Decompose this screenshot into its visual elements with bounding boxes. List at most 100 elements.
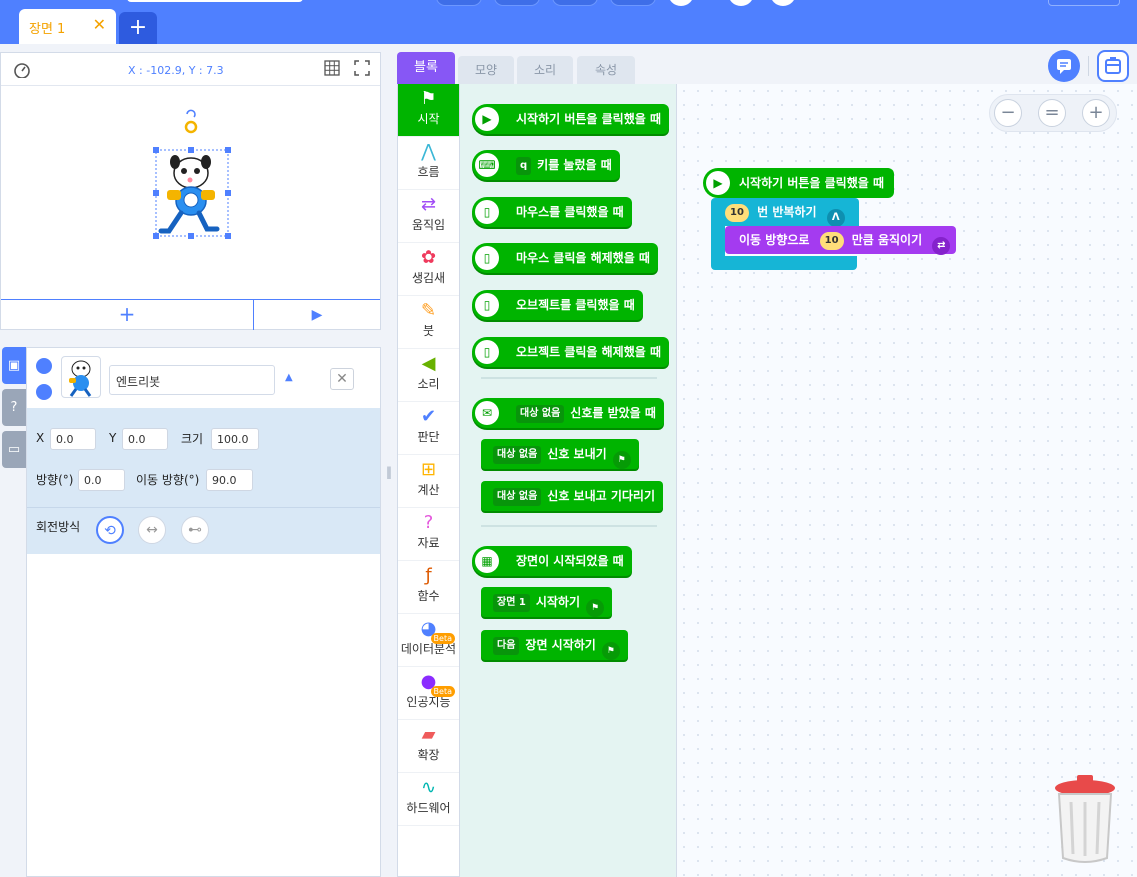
menu-icon[interactable] — [770, 0, 796, 6]
trash-icon[interactable] — [1053, 774, 1117, 864]
tab-blocks[interactable]: 블록 — [397, 52, 455, 84]
object-list-tab[interactable]: ▣ — [2, 347, 26, 384]
block-text: 신호 보내기 — [547, 447, 607, 461]
move-icon: ⇄ — [420, 194, 437, 215]
palette-block-signal-received[interactable]: ✉ 대상 없음 신호를 받았을 때 — [472, 398, 664, 428]
block-text: 오브젝트를 클릭했을 때 — [516, 298, 635, 312]
category-looks[interactable]: ✿ 생김새 — [398, 243, 459, 296]
play-icon: ▶ — [475, 107, 499, 131]
category-function[interactable]: ƒ 함수 — [398, 561, 459, 614]
divider — [481, 525, 657, 527]
start-button[interactable]: ▶ — [254, 300, 380, 330]
rotate-horizontal-icon[interactable]: ↔ — [138, 516, 166, 544]
category-judge[interactable]: ✔ 판단 — [398, 402, 459, 455]
y-input[interactable]: 0.0 — [122, 428, 168, 450]
project-name-input[interactable] — [127, 0, 303, 2]
tab-properties[interactable]: 속성 — [577, 56, 635, 84]
panel-resize-handle[interactable]: ‖ — [386, 465, 392, 479]
zoom-out-button[interactable]: − — [994, 99, 1022, 127]
palette-block-start-scene[interactable]: 장면 1 시작하기 ⚑ — [481, 587, 613, 617]
scene-dropdown[interactable]: 다음 — [493, 637, 520, 655]
divider — [1088, 56, 1089, 76]
grid-icon[interactable] — [324, 60, 340, 76]
scene-dropdown[interactable]: 장면 1 — [493, 594, 530, 612]
palette-block-scene-start[interactable]: ▦ 장면이 시작되었을 때 — [472, 546, 632, 576]
save-button[interactable] — [1048, 0, 1120, 6]
signal-dropdown[interactable]: 대상 없음 — [516, 405, 565, 423]
toolbar-button[interactable] — [552, 0, 598, 6]
rotate-free-icon[interactable]: ⟲ — [96, 516, 124, 544]
category-flow[interactable]: ⋀ 흐름 — [398, 137, 459, 190]
extension-icon: ▰ — [421, 724, 436, 745]
caret-up-icon[interactable]: ▲ — [285, 372, 293, 383]
workspace-repeat-block[interactable]: 10 번 반복하기 ᐱ — [711, 198, 859, 227]
entrybot-sprite[interactable] — [1, 86, 380, 299]
category-ai[interactable]: ● 인공지능 Beta — [398, 667, 459, 720]
palette-block-send-signal[interactable]: 대상 없음 신호 보내기 ⚑ — [481, 439, 639, 469]
toolbar-button[interactable] — [436, 0, 482, 6]
add-object-button[interactable]: + — [1, 300, 254, 330]
palette-block-mouse-release[interactable]: ▯ 마우스 클릭을 해제했을 때 — [472, 243, 658, 273]
signal-dropdown[interactable]: 대상 없음 — [493, 488, 542, 506]
code-workspace[interactable]: − = + ▶ 시작하기 버튼을 클릭했을 때 10 번 반복하기 ᐱ 이동 방… — [677, 84, 1137, 877]
redo-icon[interactable] — [728, 0, 754, 6]
zoom-in-button[interactable]: + — [1082, 99, 1110, 127]
category-sound[interactable]: ◀ 소리 — [398, 349, 459, 402]
size-label: 크기 — [181, 432, 204, 446]
delete-object-button[interactable]: ✕ — [330, 368, 354, 390]
category-flag[interactable]: ⚑ 시작 — [398, 84, 459, 137]
rotation-label: 회전방식 — [36, 520, 81, 534]
toolbar-button[interactable] — [494, 0, 540, 6]
category-label: 시작 — [417, 112, 440, 126]
palette-block-key-press[interactable]: ⌨ q 키를 눌렀을 때 — [472, 150, 620, 180]
tab-sounds[interactable]: 소리 — [517, 56, 573, 84]
size-input[interactable]: 100.0 — [211, 428, 259, 450]
backpack-icon[interactable] — [1097, 50, 1129, 82]
undo-icon[interactable] — [668, 0, 694, 6]
fullscreen-icon[interactable] — [354, 60, 370, 76]
signal-dropdown[interactable]: 대상 없음 — [493, 446, 542, 464]
close-icon[interactable]: ✕ — [93, 15, 106, 34]
stage-canvas[interactable] — [1, 86, 380, 299]
category-extension[interactable]: ▰ 확장 — [398, 720, 459, 773]
object-name-input[interactable]: 엔트리봇 — [109, 365, 275, 395]
zoom-reset-button[interactable]: = — [1038, 99, 1066, 127]
palette-block-object-click[interactable]: ▯ 오브젝트를 클릭했을 때 — [472, 290, 643, 320]
category-analysis[interactable]: ◕ 데이터분석 Beta — [398, 614, 459, 667]
direction-input[interactable]: 0.0 — [78, 469, 125, 491]
palette-block-mouse-click[interactable]: ▯ 마우스를 클릭했을 때 — [472, 197, 632, 227]
category-data[interactable]: ? 자료 — [398, 508, 459, 561]
x-input[interactable]: 0.0 — [50, 428, 96, 450]
visibility-eye-icon[interactable] — [36, 358, 52, 374]
category-hardware[interactable]: ∿ 하드웨어 — [398, 773, 459, 826]
rotate-none-icon[interactable]: ⊷ — [181, 516, 209, 544]
move-direction-input[interactable]: 90.0 — [206, 469, 253, 491]
repeat-count-input[interactable]: 10 — [725, 204, 749, 222]
palette-block-start-click[interactable]: ▶ 시작하기 버튼을 클릭했을 때 — [472, 104, 670, 134]
category-calc[interactable]: ⊞ 계산 — [398, 455, 459, 508]
category-label: 함수 — [417, 589, 440, 603]
palette-block-next-scene[interactable]: 다음 장면 시작하기 ⚑ — [481, 630, 628, 660]
block-text: 장면이 시작되었을 때 — [516, 554, 624, 568]
category-brush[interactable]: ✎ 붓 — [398, 296, 459, 349]
workspace-move-block[interactable]: 이동 방향으로 10 만큼 움직이기 ⇄ — [725, 226, 957, 255]
block-palette: ▶ 시작하기 버튼을 클릭했을 때 ⌨ q 키를 눌렀을 때 ▯ 마우스를 클릭했을 때… — [460, 84, 677, 877]
scene-tab[interactable]: 장면 1 ✕ — [19, 9, 116, 44]
move-value-input[interactable]: 10 — [819, 232, 844, 250]
tab-shapes[interactable]: 모양 — [458, 56, 514, 84]
palette-block-send-signal-wait[interactable]: 대상 없음 신호 보내고 기다리기 — [481, 481, 664, 511]
palette-block-object-release[interactable]: ▯ 오브젝트 클릭을 해제했을 때 — [472, 337, 670, 367]
object-thumbnail[interactable] — [61, 356, 101, 398]
workspace-start-block[interactable]: ▶ 시작하기 버튼을 클릭했을 때 — [703, 168, 895, 198]
add-scene-button[interactable]: + — [119, 12, 157, 44]
calc-icon: ⊞ — [420, 459, 437, 480]
help-tab[interactable]: ? — [2, 389, 26, 426]
category-move[interactable]: ⇄ 움직임 — [398, 190, 459, 243]
console-tab[interactable]: ▭ — [2, 431, 26, 468]
chat-icon[interactable] — [1048, 50, 1080, 82]
mouse-coordinates: X : -102.9, Y : 7.3 — [128, 64, 224, 77]
key-dropdown[interactable]: q — [516, 157, 532, 175]
lock-icon[interactable] — [36, 384, 52, 400]
toolbar-button[interactable] — [610, 0, 656, 6]
speed-gauge-icon[interactable] — [13, 62, 31, 78]
